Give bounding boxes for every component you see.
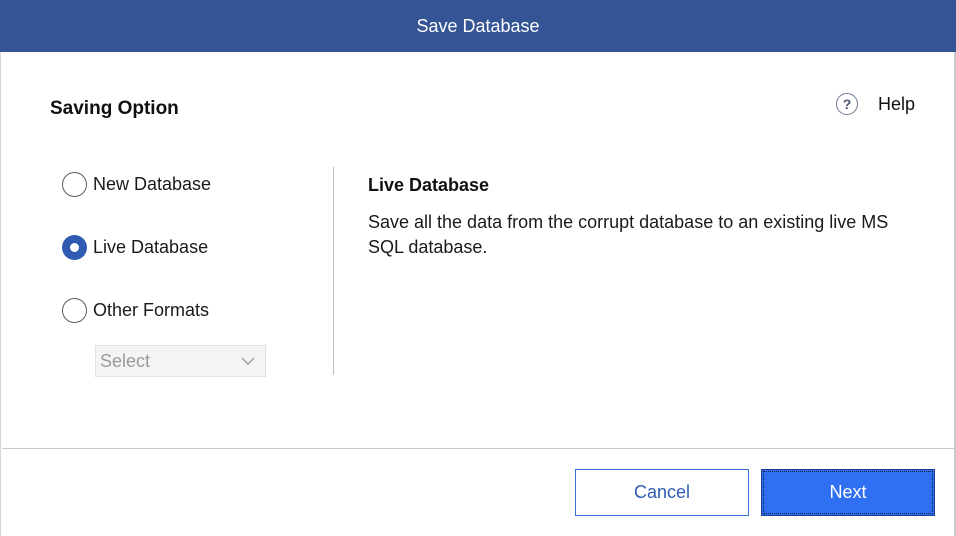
- option-label: New Database: [93, 173, 212, 194]
- format-select[interactable]: Select: [95, 345, 266, 377]
- format-select-value: Select: [100, 350, 151, 371]
- chevron-down-icon: [241, 357, 255, 365]
- footer-divider: [2, 448, 954, 449]
- option-live-database[interactable]: Live Database: [62, 234, 211, 260]
- question-circle-icon: ?: [836, 93, 858, 115]
- option-new-database[interactable]: New Database: [62, 171, 211, 197]
- help-label: Help: [878, 93, 916, 114]
- description-text: Save all the data from the corrupt datab…: [368, 212, 889, 257]
- vertical-divider: [333, 167, 334, 375]
- saving-options-group: New Database Live Database Other Formats: [62, 171, 211, 323]
- section-title: Saving Option: [50, 98, 179, 119]
- next-button[interactable]: Next: [761, 469, 935, 516]
- radio-selected-dot: [70, 242, 79, 252]
- radio-new-database[interactable]: [62, 171, 87, 197]
- radio-live-database[interactable]: [62, 234, 87, 260]
- description-title: Live Database: [368, 175, 490, 195]
- dialog-title: Save Database: [416, 15, 540, 36]
- radio-other-formats[interactable]: [62, 297, 87, 323]
- option-description-panel: Live Database Save all the data from the…: [368, 175, 928, 260]
- dialog-titlebar: Save Database: [0, 0, 956, 52]
- help-link[interactable]: ? Help: [836, 93, 915, 115]
- option-label: Live Database: [93, 236, 209, 257]
- dialog-left-border: [0, 52, 1, 536]
- option-label: Other Formats: [93, 299, 210, 320]
- option-other-formats[interactable]: Other Formats: [62, 297, 211, 323]
- cancel-button[interactable]: Cancel: [575, 469, 749, 516]
